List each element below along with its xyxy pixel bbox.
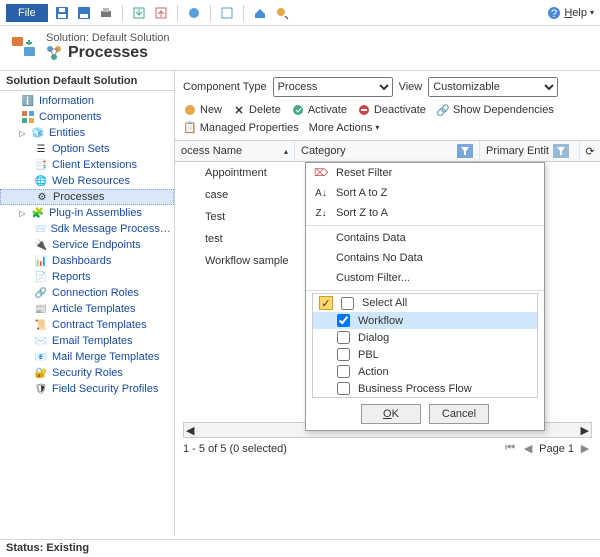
workflow-checkbox[interactable] (337, 314, 350, 327)
publish-all-icon[interactable] (219, 5, 235, 21)
checked-icon: ✓ (319, 296, 333, 310)
save-close-icon[interactable] (76, 5, 92, 21)
view-select[interactable]: Customizable (428, 77, 558, 97)
tree-article-templates[interactable]: 📰Article Templates (0, 301, 174, 317)
separator (210, 5, 211, 21)
tree-reports[interactable]: 📄Reports (0, 269, 174, 285)
new-button[interactable]: New (183, 103, 222, 117)
show-dependencies-button[interactable]: 🔗Show Dependencies (436, 103, 554, 117)
filter-workflow[interactable]: Workflow (313, 312, 537, 329)
tree-web-resources[interactable]: 🌐Web Resources (0, 173, 174, 189)
col-primary-entity[interactable]: Primary Entit (480, 141, 580, 161)
sort-a-z[interactable]: A↓Sort A to Z (306, 183, 544, 203)
component-type-select[interactable]: Process (273, 77, 393, 97)
tree-connection-roles[interactable]: 🔗Connection Roles (0, 285, 174, 301)
filter-bpf[interactable]: Business Process Flow (313, 380, 537, 397)
select-all-checkbox[interactable] (341, 297, 354, 310)
sort-z-a[interactable]: Z↓Sort Z to A (306, 203, 544, 223)
deactivate-button[interactable]: Deactivate (357, 103, 426, 117)
view-label: View (399, 81, 423, 93)
prev-page-icon[interactable]: ◀ (521, 442, 535, 455)
home-icon[interactable] (252, 5, 268, 21)
filter-dialog[interactable]: Dialog (313, 329, 537, 346)
tree-contract-templates[interactable]: 📜Contract Templates (0, 317, 174, 333)
tree-email-templates[interactable]: ✉️Email Templates (0, 333, 174, 349)
category-filter-panel: ⌦Reset Filter A↓Sort A to Z Z↓Sort Z to … (305, 162, 545, 431)
separator (177, 5, 178, 21)
col-process-name[interactable]: ocess Name▴ (175, 142, 295, 160)
filter-action[interactable]: Action (313, 363, 537, 380)
first-page-icon[interactable]: ⏮ (503, 442, 517, 455)
page-label: Page 1 (539, 443, 574, 455)
tree-dashboards[interactable]: 📊Dashboards (0, 253, 174, 269)
action-checkbox[interactable] (337, 365, 350, 378)
filter-icon[interactable] (457, 144, 473, 158)
tree-sdk-steps[interactable]: 📨Sdk Message Processing S... (0, 221, 174, 237)
bpf-checkbox[interactable] (337, 382, 350, 395)
contains-no-data[interactable]: Contains No Data (306, 248, 544, 268)
dialog-checkbox[interactable] (337, 331, 350, 344)
tree-option-sets[interactable]: ☰Option Sets (0, 141, 174, 157)
help-link[interactable]: ? Help ▾ (547, 6, 594, 20)
status-bar: Status: Existing (0, 539, 600, 557)
next-page-icon[interactable]: ▶ (578, 442, 592, 455)
more-actions-button[interactable]: More Actions ▾ (309, 122, 380, 134)
save-icon[interactable] (54, 5, 70, 21)
filter-pbl[interactable]: PBL (313, 346, 537, 363)
tree-information[interactable]: ℹ️Information (0, 93, 174, 109)
tree-service-endpoints[interactable]: 🔌Service Endpoints (0, 237, 174, 253)
separator (122, 5, 123, 21)
tree-processes[interactable]: ⚙Processes (0, 189, 174, 205)
tree-plugin-assemblies[interactable]: ▷🧩Plug-in Assemblies (0, 205, 174, 221)
pager-status: 1 - 5 of 5 (0 selected) (183, 443, 287, 455)
tree-security-roles[interactable]: 🔐Security Roles (0, 365, 174, 381)
solution-breadcrumb: Solution: Default Solution (46, 32, 170, 44)
translations-export-icon[interactable] (131, 5, 147, 21)
custom-filter[interactable]: Custom Filter... (306, 268, 544, 288)
processes-icon (46, 45, 62, 61)
publish-icon[interactable] (186, 5, 202, 21)
tree-header: Solution Default Solution (0, 71, 174, 91)
tree-entities[interactable]: ▷🧊Entities (0, 125, 174, 141)
actions-dropdown-icon[interactable] (274, 5, 290, 21)
tree-mail-merge[interactable]: 📧Mail Merge Templates (0, 349, 174, 365)
select-all-label: Select All (362, 297, 407, 309)
print-icon[interactable] (98, 5, 114, 21)
translations-import-icon[interactable] (153, 5, 169, 21)
tree-field-security[interactable]: 🛡Field Security Profiles (0, 381, 174, 397)
delete-button[interactable]: ✕Delete (232, 103, 281, 117)
page-title: Processes (68, 44, 148, 62)
separator (243, 5, 244, 21)
svg-text:?: ? (551, 8, 557, 20)
file-menu[interactable]: File (6, 4, 48, 22)
contains-data[interactable]: Contains Data (306, 228, 544, 248)
solution-icon (10, 35, 38, 59)
cancel-button[interactable]: Cancel (429, 404, 489, 424)
pbl-checkbox[interactable] (337, 348, 350, 361)
tree-client-extensions[interactable]: 📑Client Extensions (0, 157, 174, 173)
col-category[interactable]: Category (295, 141, 480, 161)
managed-properties-button[interactable]: 📋Managed Properties (183, 121, 299, 134)
activate-button[interactable]: Activate (291, 103, 347, 117)
tree-components[interactable]: Components (0, 109, 174, 125)
filter-icon[interactable] (553, 144, 569, 158)
refresh-icon[interactable]: ⟳ (580, 145, 600, 158)
component-type-label: Component Type (183, 81, 267, 93)
reset-filter[interactable]: ⌦Reset Filter (306, 163, 544, 183)
ok-button[interactable]: OK (361, 404, 421, 424)
